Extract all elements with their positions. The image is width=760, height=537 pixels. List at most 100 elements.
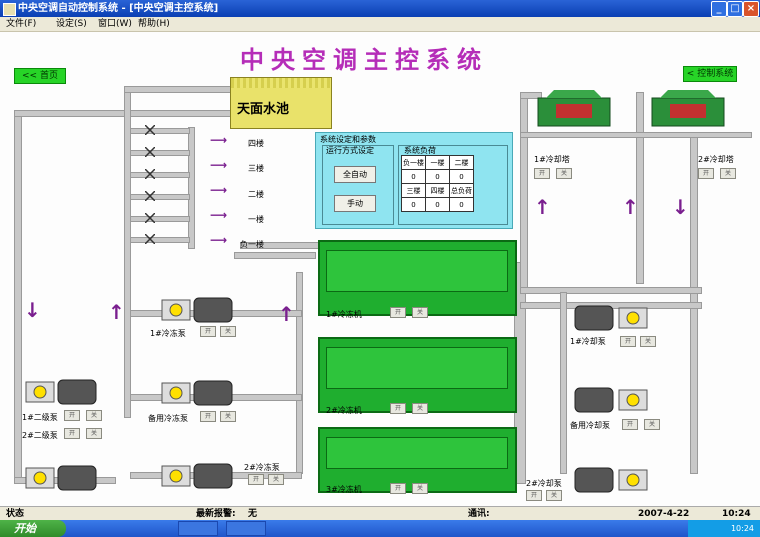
tower-off-button[interactable]: 关 [720, 168, 736, 179]
valve-icon[interactable] [145, 213, 155, 223]
close-button[interactable]: × [743, 1, 759, 17]
tower-on-button[interactable]: 开 [534, 168, 550, 179]
cooling-tower-2-icon[interactable] [650, 88, 726, 130]
floor-label: 三楼 [248, 164, 264, 173]
status-time: 10:24 [722, 509, 751, 519]
menu-settings[interactable]: 设定(S) [56, 17, 87, 31]
taskbar-item[interactable] [226, 521, 266, 536]
pump-off-button[interactable]: 关 [268, 474, 284, 485]
tower-off-button[interactable]: 关 [556, 168, 572, 179]
standby-cooling-pump-icon[interactable] [573, 384, 649, 414]
flow-up-arrow-icon: ↑ [534, 195, 551, 219]
secondary-pump-2-icon[interactable] [24, 462, 100, 492]
pump-label: 2#冷却泵 [526, 479, 562, 488]
pump-on-button[interactable]: 开 [620, 336, 636, 347]
chiller-2-on-button[interactable]: 开 [390, 403, 406, 414]
valve-icon[interactable] [145, 191, 155, 201]
tower-on-button[interactable]: 开 [698, 168, 714, 179]
chilled-pump-1-icon[interactable] [160, 294, 236, 324]
start-button[interactable]: 开始 [0, 520, 66, 537]
pump-off-button[interactable]: 关 [86, 410, 102, 421]
pipe [520, 92, 528, 294]
floor-label: 负一楼 [240, 240, 264, 249]
chiller-3-on-button[interactable]: 开 [390, 483, 406, 494]
status-date: 2007-4-22 [638, 509, 690, 519]
chiller-body [326, 250, 508, 292]
pipe [560, 292, 567, 474]
chiller-1-on-button[interactable]: 开 [390, 307, 406, 318]
chiller-1[interactable] [318, 240, 517, 316]
app-icon [3, 3, 16, 16]
home-button[interactable]: << 首页 [14, 68, 66, 84]
pump-off-button[interactable]: 关 [546, 490, 562, 501]
minimize-button[interactable]: _ [711, 1, 727, 17]
secondary-pump-1-icon[interactable] [24, 376, 100, 406]
load-cell: 负一楼 [401, 155, 426, 170]
pump-off-button[interactable]: 关 [644, 419, 660, 430]
pipe [130, 237, 190, 243]
menubar: 文件(F) 设定(S) 窗口(W) 帮助(H) [0, 17, 760, 32]
menu-help[interactable]: 帮助(H) [138, 17, 170, 31]
cooling-pump-2-icon[interactable] [573, 464, 649, 494]
scada-canvas: 中央空调主控系统 << 首页 < 控制系统 四楼 三楼 二楼 一楼 负一楼 ⟶ … [0, 32, 760, 506]
cooling-tower-1-icon[interactable] [536, 88, 612, 130]
chiller-2-off-button[interactable]: 关 [412, 403, 428, 414]
floor-label: 二楼 [248, 190, 264, 199]
window-titlebar: 中央空调自动控制系统 - [中央空调主控系统] _ □ × [0, 0, 760, 17]
flow-arrow-icon: ⟶ [210, 233, 228, 247]
valve-icon[interactable] [145, 234, 155, 244]
pipe [124, 86, 131, 418]
pump-off-button[interactable]: 关 [86, 428, 102, 439]
flow-arrow-icon: ⟶ [210, 158, 228, 172]
maximize-button[interactable]: □ [727, 1, 743, 17]
pump-off-button[interactable]: 关 [220, 326, 236, 337]
flow-up-arrow-icon: ↑ [622, 195, 639, 219]
status-bar: 状态 最新报警: 无 通讯: 2007-4-22 10:24 [0, 506, 760, 521]
flow-up-arrow-icon: ↑ [278, 302, 295, 326]
tower-label: 1#冷却塔 [534, 155, 570, 164]
pump-label: 2#冷冻泵 [244, 463, 280, 472]
pipe [130, 172, 190, 178]
taskbar: 开始 10:24 [0, 520, 760, 537]
chiller-3-off-button[interactable]: 关 [412, 483, 428, 494]
pump-on-button[interactable]: 开 [64, 410, 80, 421]
pipe [130, 150, 190, 156]
pump-on-button[interactable]: 开 [64, 428, 80, 439]
pipe [188, 127, 195, 249]
mode-box [322, 145, 394, 225]
pipe [14, 110, 22, 482]
auto-mode-button[interactable]: 全自动 [334, 166, 376, 183]
control-system-button[interactable]: < 控制系统 [683, 66, 737, 82]
tower-label: 2#冷却塔 [698, 155, 734, 164]
pump-on-button[interactable]: 开 [200, 326, 216, 337]
pipe [130, 216, 190, 222]
pump-on-button[interactable]: 开 [248, 474, 264, 485]
valve-icon[interactable] [145, 147, 155, 157]
valve-icon[interactable] [145, 169, 155, 179]
flow-down-arrow-icon: ↓ [24, 298, 41, 322]
pump-on-button[interactable]: 开 [622, 419, 638, 430]
manual-mode-button[interactable]: 手动 [334, 195, 376, 212]
panel-title: 系统设定和参数 [320, 135, 376, 144]
taskbar-item[interactable] [178, 521, 218, 536]
load-cell: 四楼 [425, 183, 450, 198]
pump-label: 备用冷冻泵 [148, 414, 188, 423]
chiller-label: 2#冷冻机 [326, 406, 362, 415]
alarm-label: 最新报警: [196, 509, 236, 519]
system-tray: 10:24 [688, 520, 760, 537]
pump-off-button[interactable]: 关 [640, 336, 656, 347]
pipe [520, 287, 702, 294]
chiller-2[interactable] [318, 337, 517, 413]
standby-chilled-pump-icon[interactable] [160, 377, 236, 407]
pump-on-button[interactable]: 开 [526, 490, 542, 501]
load-cell: 0 [425, 169, 450, 184]
pump-off-button[interactable]: 关 [220, 411, 236, 422]
menu-window[interactable]: 窗口(W) [98, 17, 132, 31]
pump-on-button[interactable]: 开 [200, 411, 216, 422]
chiller-1-off-button[interactable]: 关 [412, 307, 428, 318]
menu-file[interactable]: 文件(F) [6, 17, 36, 31]
tank-cap [231, 78, 331, 88]
chilled-pump-2-icon[interactable] [160, 460, 236, 490]
cooling-pump-1-icon[interactable] [573, 302, 649, 332]
valve-icon[interactable] [145, 125, 155, 135]
